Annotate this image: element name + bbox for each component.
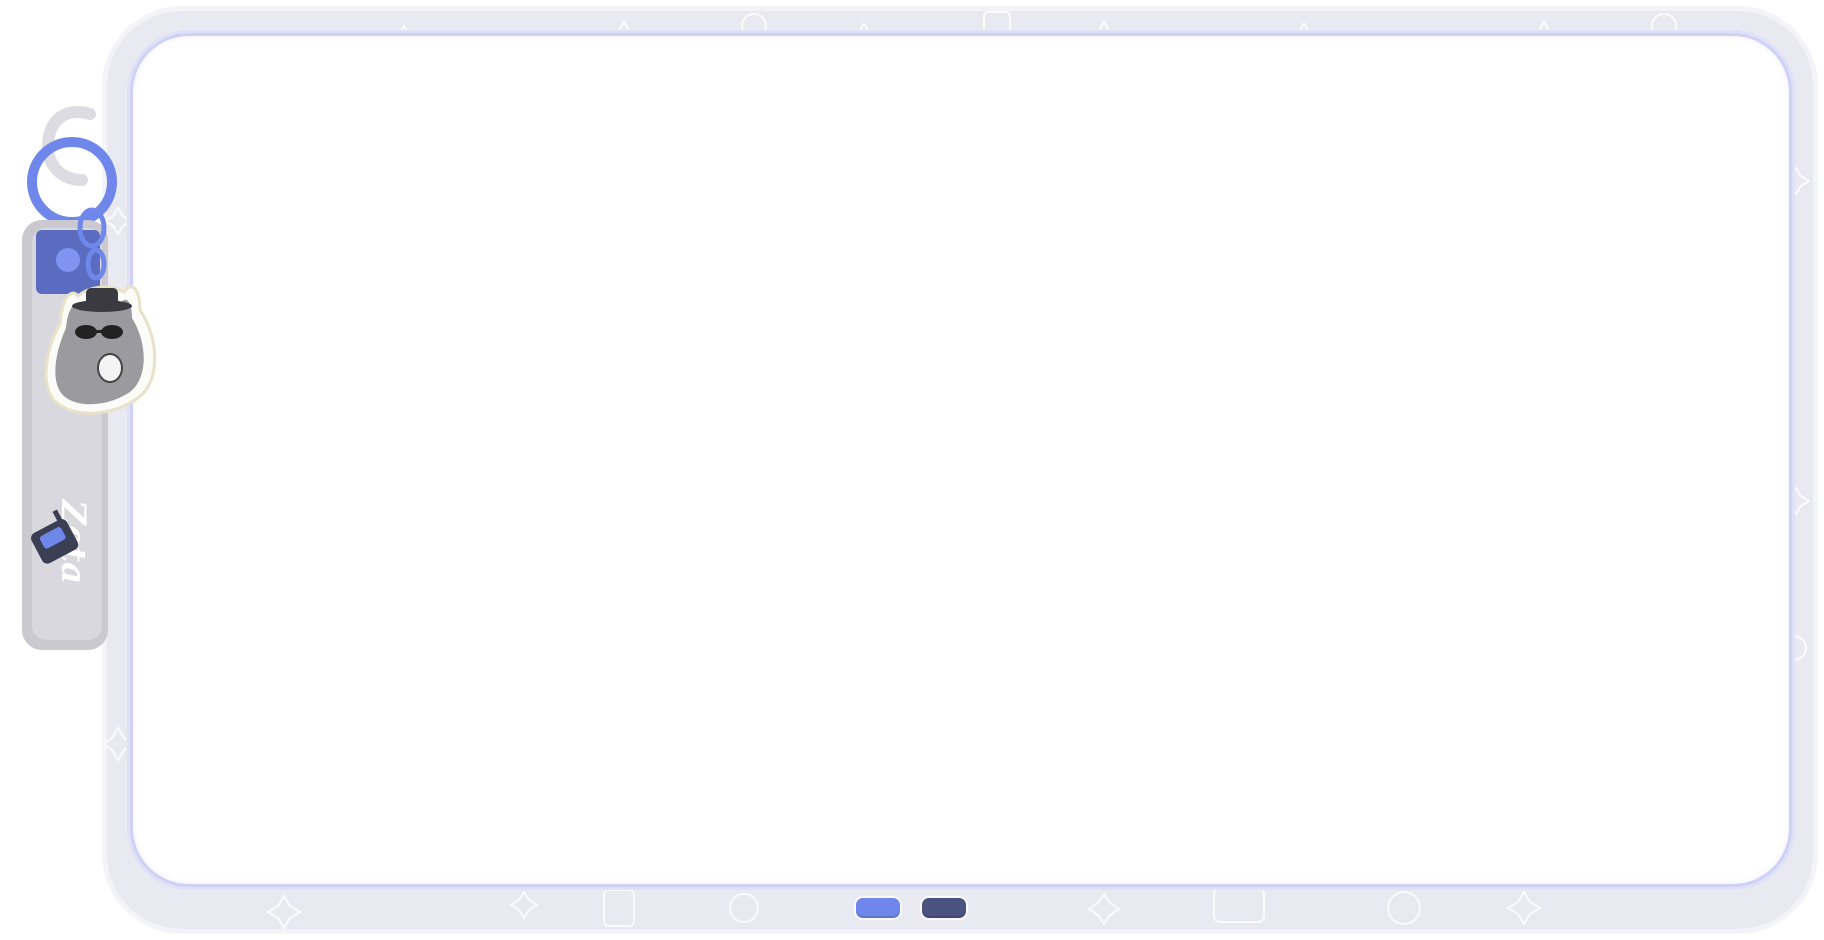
page-indicator — [856, 898, 966, 918]
device-mockup: Zeta — [0, 0, 1824, 940]
page-dot-2[interactable] — [922, 898, 966, 918]
cat-keychain-icon: Zeta — [22, 106, 157, 650]
screen-area[interactable] — [133, 36, 1789, 884]
page-dot-1[interactable] — [856, 898, 900, 918]
